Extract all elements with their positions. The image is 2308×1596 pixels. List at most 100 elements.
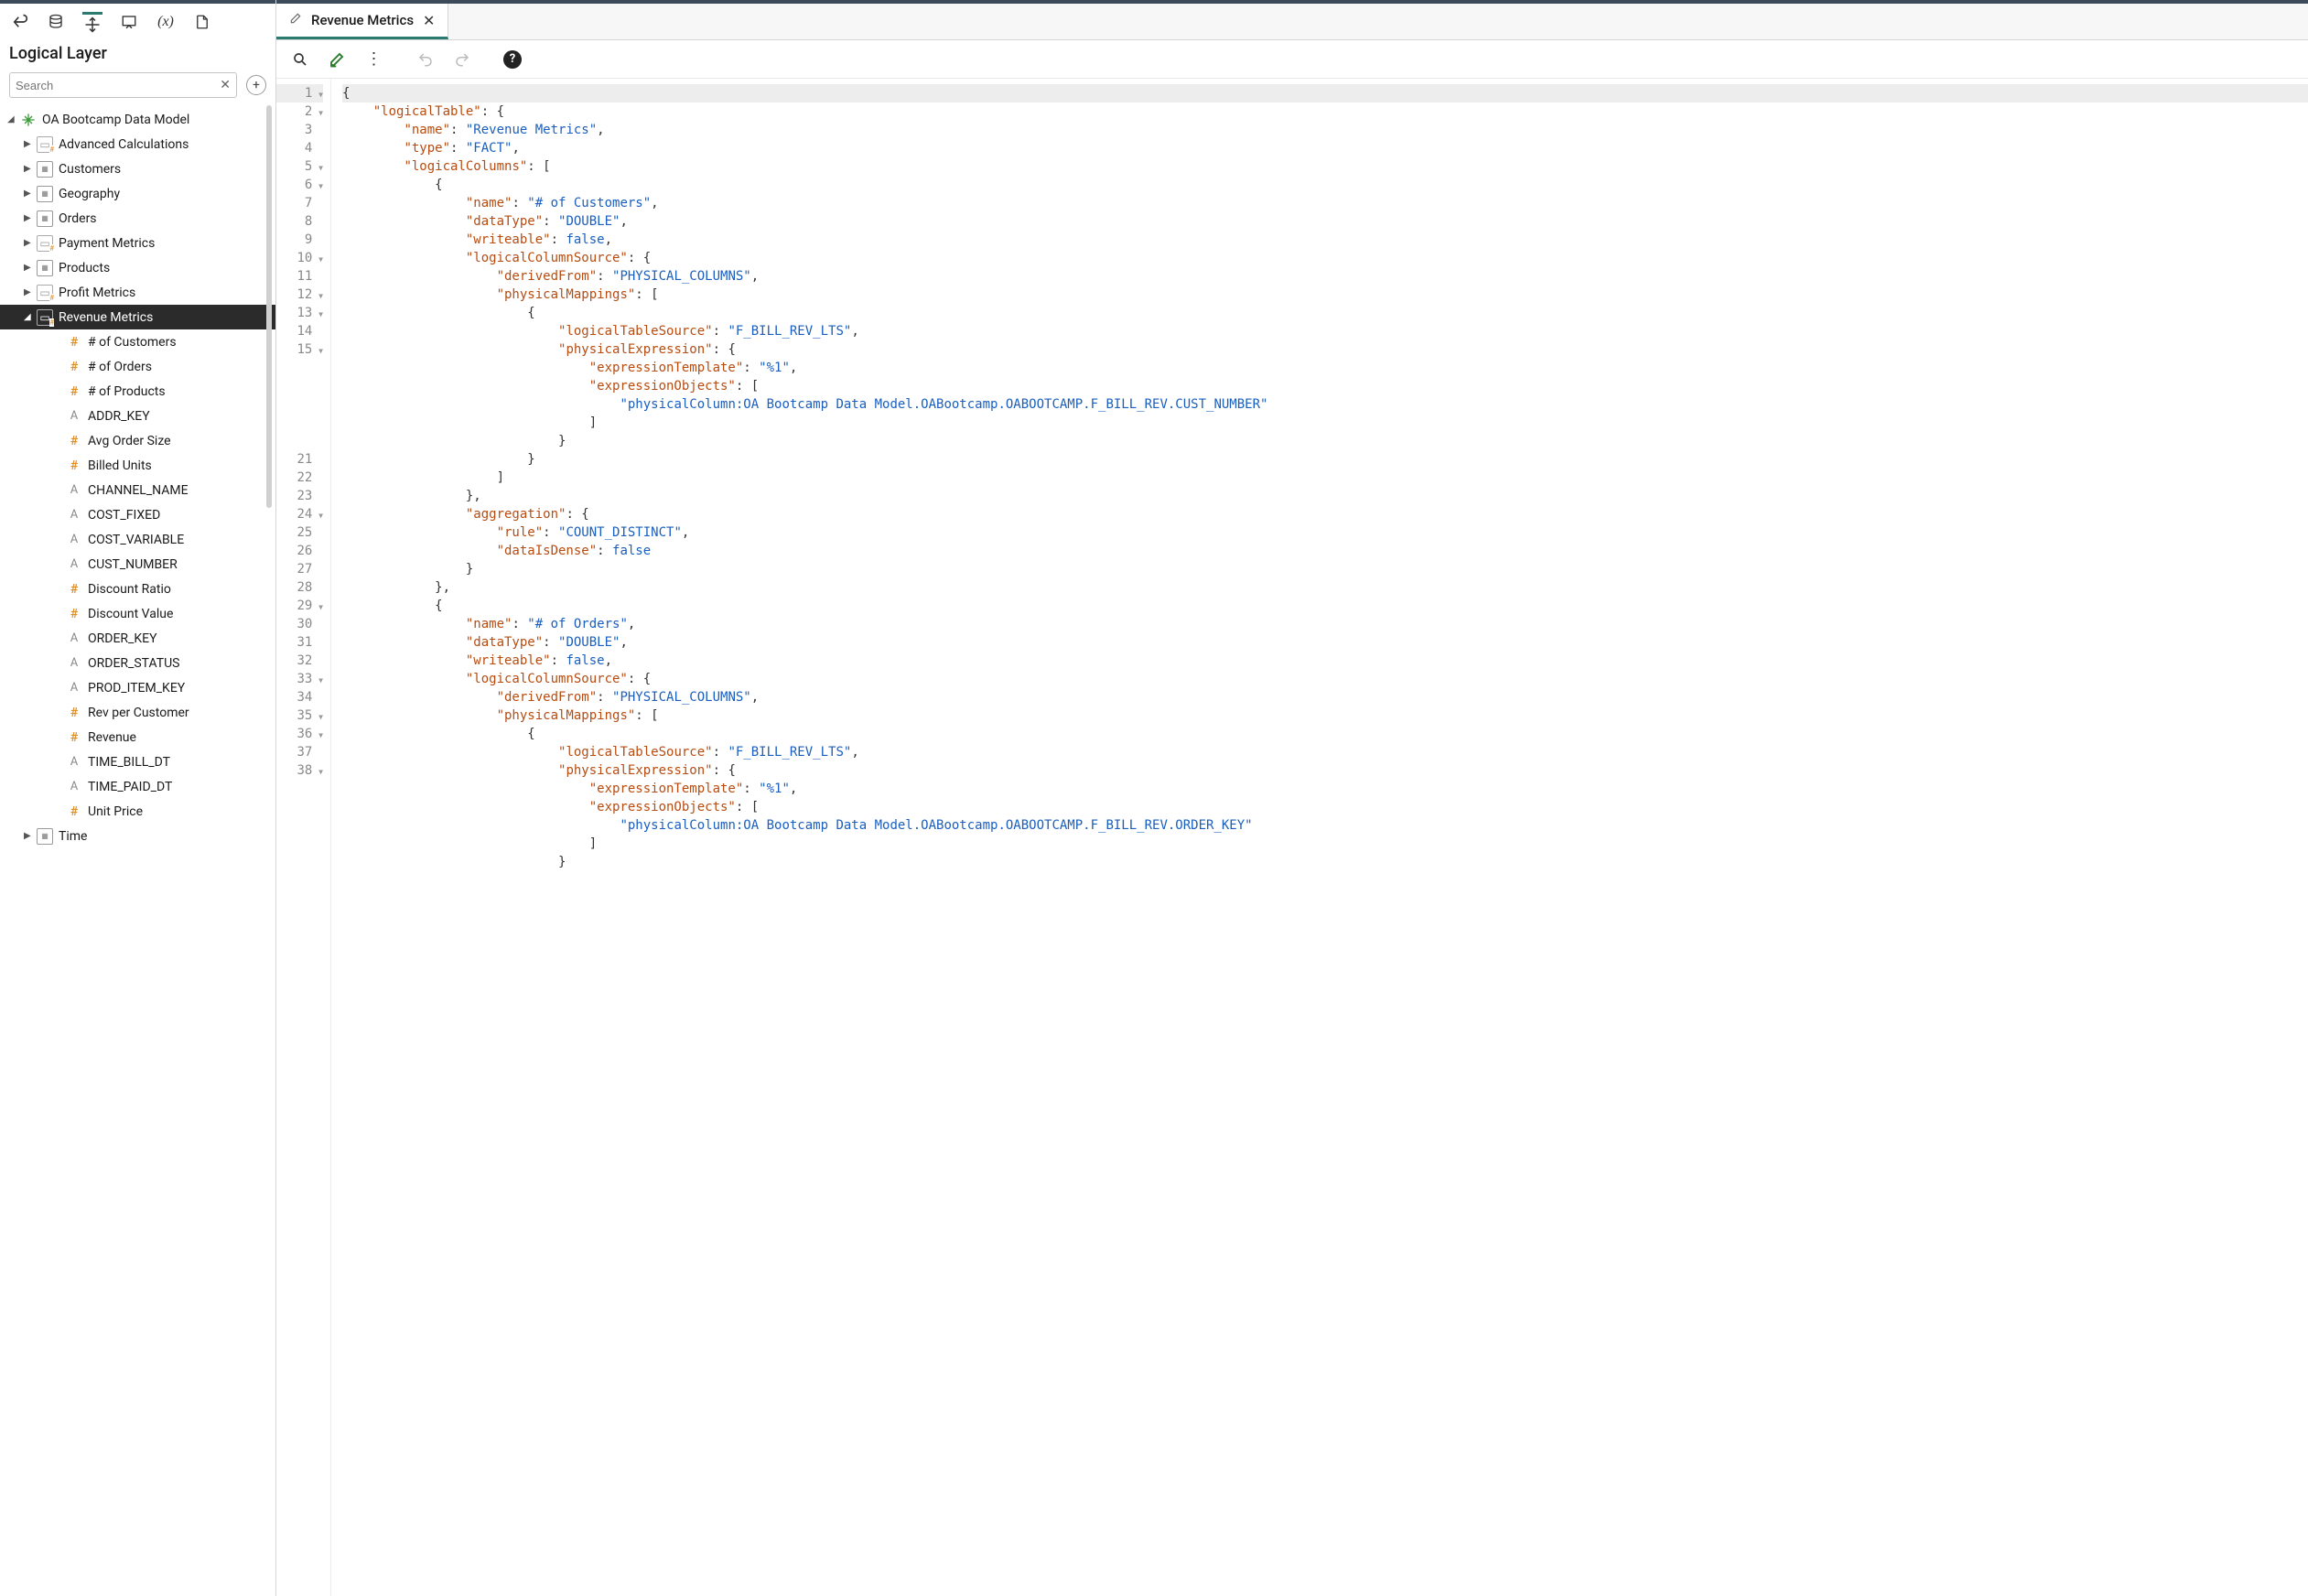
tree-column[interactable]: ▶#Discount Value bbox=[0, 601, 275, 626]
code-line: "writeable": false, bbox=[342, 231, 2308, 249]
measure-icon: # bbox=[66, 606, 82, 622]
more-icon[interactable]: ⋮ bbox=[362, 49, 384, 70]
back-icon[interactable] bbox=[9, 12, 29, 32]
code-editor[interactable]: 1 ▼2 ▼3 4 5 ▼6 ▼7 8 9 10 ▼11 12 ▼13 ▼14 … bbox=[276, 79, 2308, 1596]
attribute-icon: A bbox=[66, 754, 82, 771]
tree-folder[interactable]: ▶▦Products bbox=[0, 255, 275, 280]
tree-item-label: Avg Order Size bbox=[88, 434, 171, 448]
tree-item-label: Customers bbox=[59, 162, 121, 177]
line-number: 2 ▼ bbox=[276, 102, 323, 121]
clear-search-icon[interactable]: ✕ bbox=[220, 78, 231, 92]
tree-root[interactable]: ◢ OA Bootcamp Data Model bbox=[0, 107, 275, 132]
tree-root-label: OA Bootcamp Data Model bbox=[42, 113, 189, 127]
scrollbar-thumb[interactable] bbox=[266, 105, 272, 508]
line-number: 11 bbox=[276, 267, 323, 286]
tree-folder[interactable]: ▶▦Geography bbox=[0, 181, 275, 206]
line-number: 12 ▼ bbox=[276, 286, 323, 304]
line-number: 22 bbox=[276, 469, 323, 487]
tree-item-label: Geography bbox=[59, 187, 120, 201]
attribute-icon: A bbox=[66, 680, 82, 696]
tree-item-label: TIME_BILL_DT bbox=[88, 755, 170, 770]
line-number: 31 bbox=[276, 633, 323, 652]
line-number: 10 ▼ bbox=[276, 249, 323, 267]
presentation-icon[interactable] bbox=[119, 12, 139, 32]
variable-icon[interactable]: (x) bbox=[156, 12, 176, 32]
tree-column[interactable]: ▶ACOST_FIXED bbox=[0, 502, 275, 527]
line-number bbox=[276, 432, 323, 450]
tree-folder-time[interactable]: ▶ ▦ Time bbox=[0, 824, 275, 848]
add-button[interactable]: + bbox=[246, 75, 266, 95]
line-number: 34 bbox=[276, 688, 323, 706]
tree-column[interactable]: ▶#Revenue bbox=[0, 725, 275, 749]
tree-item-label: COST_VARIABLE bbox=[88, 533, 184, 547]
undo-icon[interactable] bbox=[415, 49, 437, 70]
code-line: "name": "# of Orders", bbox=[342, 615, 2308, 633]
sidebar: (x) Logical Layer ✕ + ◢ OA Bootcamp Data… bbox=[0, 0, 276, 1596]
line-number: 37 bbox=[276, 743, 323, 761]
tab-revenue-metrics[interactable]: Revenue Metrics ✕ bbox=[276, 4, 448, 39]
code-line: "logicalColumnSource": { bbox=[342, 670, 2308, 688]
edit-mode-icon[interactable] bbox=[326, 49, 348, 70]
tree-column[interactable]: ▶ACHANNEL_NAME bbox=[0, 478, 275, 502]
tree-item-label: Billed Units bbox=[88, 458, 152, 473]
code-line: }, bbox=[342, 487, 2308, 505]
metrics-icon: ▭ bbox=[37, 235, 53, 252]
tree-folder[interactable]: ▶▦Customers bbox=[0, 156, 275, 181]
code-line: "writeable": false, bbox=[342, 652, 2308, 670]
tree-column[interactable]: ▶AADDR_KEY bbox=[0, 404, 275, 428]
code-line: "aggregation": { bbox=[342, 505, 2308, 523]
tab-strip: Revenue Metrics ✕ bbox=[276, 0, 2308, 40]
tree-column[interactable]: ▶## of Orders bbox=[0, 354, 275, 379]
code-line: "dataType": "DOUBLE", bbox=[342, 633, 2308, 652]
line-number: 26 bbox=[276, 542, 323, 560]
line-number: 14 bbox=[276, 322, 323, 340]
attribute-icon: A bbox=[66, 532, 82, 548]
code-source[interactable]: { "logicalTable": { "name": "Revenue Met… bbox=[331, 79, 2308, 1596]
tree-column[interactable]: ▶#Discount Ratio bbox=[0, 577, 275, 601]
measure-icon: # bbox=[66, 705, 82, 721]
line-number bbox=[276, 395, 323, 414]
line-number bbox=[276, 798, 323, 816]
redo-icon[interactable] bbox=[451, 49, 473, 70]
tree-folder[interactable]: ▶▭Profit Metrics bbox=[0, 280, 275, 305]
tree-item-label: Revenue Metrics bbox=[59, 310, 153, 325]
tree-column[interactable]: ▶#Billed Units bbox=[0, 453, 275, 478]
tree-folder[interactable]: ◢▭Revenue Metrics bbox=[0, 305, 275, 329]
tree-folder[interactable]: ▶▦Orders bbox=[0, 206, 275, 231]
tree-column[interactable]: ▶#Unit Price bbox=[0, 799, 275, 824]
help-icon[interactable]: ? bbox=[503, 50, 522, 69]
move-icon[interactable] bbox=[82, 12, 102, 32]
code-line: } bbox=[342, 450, 2308, 469]
tree-item-label: Payment Metrics bbox=[59, 236, 155, 251]
tree-column[interactable]: ▶## of Products bbox=[0, 379, 275, 404]
tree-column[interactable]: ▶## of Customers bbox=[0, 329, 275, 354]
code-line: "dataType": "DOUBLE", bbox=[342, 212, 2308, 231]
tree-column[interactable]: ▶AORDER_KEY bbox=[0, 626, 275, 651]
tree-column[interactable]: ▶ACOST_VARIABLE bbox=[0, 527, 275, 552]
code-line: "expressionTemplate": "%1", bbox=[342, 780, 2308, 798]
tree-column[interactable]: ▶ATIME_PAID_DT bbox=[0, 774, 275, 799]
code-line: "logicalTableSource": "F_BILL_REV_LTS", bbox=[342, 743, 2308, 761]
close-icon[interactable]: ✕ bbox=[423, 12, 435, 29]
tree-column[interactable]: ▶APROD_ITEM_KEY bbox=[0, 675, 275, 700]
table-icon: ▦ bbox=[37, 828, 53, 845]
tree-column[interactable]: ▶#Avg Order Size bbox=[0, 428, 275, 453]
tree-column[interactable]: ▶AORDER_STATUS bbox=[0, 651, 275, 675]
code-line: { bbox=[342, 725, 2308, 743]
tree-item-label: ADDR_KEY bbox=[88, 409, 150, 424]
tree-item-label: Discount Value bbox=[88, 607, 173, 621]
search-icon[interactable] bbox=[289, 49, 311, 70]
tree-column[interactable]: ▶ATIME_BILL_DT bbox=[0, 749, 275, 774]
tree-item-label: CUST_NUMBER bbox=[88, 557, 178, 572]
search-input[interactable] bbox=[16, 79, 220, 92]
code-line: ] bbox=[342, 469, 2308, 487]
tree-column[interactable]: ▶ACUST_NUMBER bbox=[0, 552, 275, 577]
database-icon[interactable] bbox=[46, 12, 66, 32]
tree-column[interactable]: ▶#Rev per Customer bbox=[0, 700, 275, 725]
tree-item-label: Products bbox=[59, 261, 110, 275]
code-line: { bbox=[342, 304, 2308, 322]
tree-folder[interactable]: ▶▭Advanced Calculations bbox=[0, 132, 275, 156]
document-icon[interactable] bbox=[192, 12, 212, 32]
tree-folder[interactable]: ▶▭Payment Metrics bbox=[0, 231, 275, 255]
attribute-icon: A bbox=[66, 556, 82, 573]
